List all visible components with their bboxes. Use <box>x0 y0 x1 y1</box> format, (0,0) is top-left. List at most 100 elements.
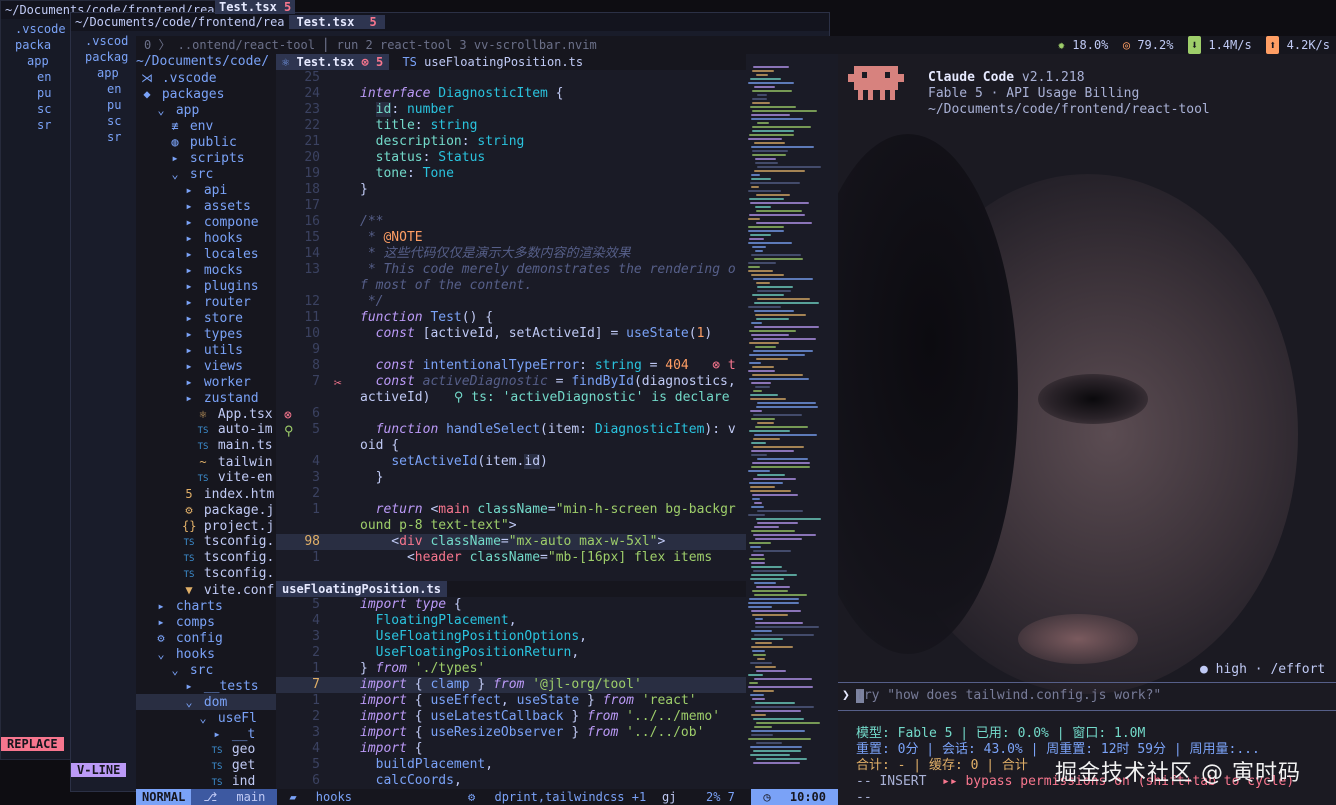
explorer-folder[interactable]: ≢ env <box>136 118 276 134</box>
code-line[interactable]: 15 * @NOTE <box>276 230 746 246</box>
explorer-folder[interactable]: ▸ __tests <box>136 678 276 694</box>
explorer-folder[interactable]: ◆ packages <box>136 86 276 102</box>
explorer-file[interactable]: ⚛ App.tsx <box>136 406 276 422</box>
code-line[interactable]: 1 return <main className="min-h-screen b… <box>276 502 746 518</box>
explorer-file[interactable]: TS main.ts <box>136 438 276 454</box>
explorer-folder[interactable]: ▸ types <box>136 326 276 342</box>
back_window-item[interactable]: app <box>1 53 71 69</box>
explorer-folder[interactable]: ▸ utils <box>136 342 276 358</box>
explorer-folder[interactable]: ◍ public <box>136 134 276 150</box>
back_window-item[interactable]: .vscode <box>1 21 71 37</box>
code-line[interactable]: 9 <box>276 342 746 358</box>
code-line[interactable]: 4 FloatingPlacement, <box>276 613 746 629</box>
explorer-folder[interactable]: ▸ hooks <box>136 230 276 246</box>
effort-indicator[interactable]: ● high · /effort <box>1200 662 1325 678</box>
tab-use-floating-position-bottom[interactable]: useFloatingPosition.ts <box>276 581 447 597</box>
tab-test-tsx[interactable]: ⚛ Test.tsx ⊗ 5 <box>276 54 390 70</box>
code-line[interactable]: 98 <div className="mx-auto max-w-5xl"> <box>276 534 746 550</box>
code-line[interactable]: 10 const [activeId, setActiveId] = useSt… <box>276 326 746 342</box>
explorer-folder[interactable]: ▸ views <box>136 358 276 374</box>
code-line[interactable]: 22 title: string <box>276 118 746 134</box>
code-line[interactable]: 20 status: Status <box>276 150 746 166</box>
code-line[interactable]: 5 function handleSelect(item: Diagnostic… <box>276 422 746 438</box>
tab-use-floating-position[interactable]: TS useFloatingPosition.ts <box>396 55 589 69</box>
code-line[interactable]: 16 /** <box>276 214 746 230</box>
explorer-folder[interactable]: ▸ router <box>136 294 276 310</box>
tmux-windows[interactable]: 0 〉 ..ontend/react-tool ⎮ run 2 react-to… <box>144 36 597 54</box>
explorer-folder[interactable]: ⌄ useFl <box>136 710 276 726</box>
mid_window-item[interactable]: pu <box>71 97 137 113</box>
code-line[interactable]: 1} from './types' <box>276 661 746 677</box>
code-line[interactable]: 6 calcCoords, <box>276 773 746 789</box>
mid_window-item[interactable]: sr <box>71 129 137 145</box>
explorer-file[interactable]: TS get <box>136 758 276 774</box>
code-line[interactable]: 25 <box>276 70 746 86</box>
explorer-folder[interactable]: ▸ worker <box>136 374 276 390</box>
explorer-folder[interactable]: ⌄ src <box>136 166 276 182</box>
code-line[interactable]: 1 import { useEffect, useState } from 're… <box>276 693 746 709</box>
explorer-file[interactable]: ~ tailwin <box>136 454 276 470</box>
explorer-folder[interactable]: ▸ zustand <box>136 390 276 406</box>
code-line[interactable]: 3 UseFloatingPositionOptions, <box>276 629 746 645</box>
code-line[interactable]: 4 setActiveId(item.id) <box>276 454 746 470</box>
explorer-folder[interactable]: ▸ charts <box>136 598 276 614</box>
explorer-folder[interactable]: ⌄ app <box>136 102 276 118</box>
explorer-file[interactable]: TS tsconfig. <box>136 566 276 582</box>
explorer-file[interactable]: TS tsconfig. <box>136 534 276 550</box>
code-line[interactable]: oid { <box>276 438 746 454</box>
code-line[interactable]: 11 function Test() { <box>276 310 746 326</box>
code-line[interactable]: 19 tone: Tone <box>276 166 746 182</box>
explorer-folder[interactable]: ▸ scripts <box>136 150 276 166</box>
explorer-folder[interactable]: ▸ __t <box>136 726 276 742</box>
explorer-folder[interactable]: ▸ api <box>136 182 276 198</box>
code-line[interactable]: 13 * This code merely demonstrates the r… <box>276 262 746 278</box>
code-line[interactable]: 3 import { useResizeObserver } from '../.… <box>276 725 746 741</box>
explorer-folder[interactable]: ▸ assets <box>136 198 276 214</box>
explorer-folder[interactable]: ⚙ config <box>136 630 276 646</box>
code-line[interactable]: 3 } <box>276 470 746 486</box>
code-line[interactable]: 6 <box>276 406 746 422</box>
explorer-file[interactable]: TS ind <box>136 774 276 789</box>
back_window-item[interactable]: sc <box>1 101 71 117</box>
explorer-folder[interactable]: ▸ store <box>136 310 276 326</box>
code-line[interactable]: 4 import { <box>276 741 746 757</box>
code-line[interactable]: 23 id: number <box>276 102 746 118</box>
explorer-folder[interactable]: ⌄ src <box>136 662 276 678</box>
mid_window-item[interactable]: app <box>71 65 137 81</box>
back_window-item[interactable]: sr <box>1 117 71 133</box>
back_window-item[interactable]: pu <box>1 85 71 101</box>
back_window-item[interactable]: en <box>1 69 71 85</box>
mid_window-item[interactable]: sc <box>71 113 137 129</box>
prompt-input[interactable]: Try "how does tailwind.config.js work?" <box>856 688 1326 704</box>
mid_window-item[interactable]: packag <box>71 49 137 65</box>
explorer-folder[interactable]: ▸ locales <box>136 246 276 262</box>
code-line[interactable]: 1 <header className="mb-[16px] flex item… <box>276 550 746 566</box>
code-line[interactable]: 12 */ <box>276 294 746 310</box>
code-line[interactable]: 8 const intentionalTypeError: string = 4… <box>276 358 746 374</box>
explorer-folder[interactable]: ▸ plugins <box>136 278 276 294</box>
code-line[interactable]: 18} <box>276 182 746 198</box>
minimap-scrollbar[interactable] <box>748 66 828 786</box>
explorer-folder[interactable]: ⌄ hooks <box>136 646 276 662</box>
code-line[interactable]: 2 import { useLatestCallback } from '../.… <box>276 709 746 725</box>
explorer-folder[interactable]: ▸ compone <box>136 214 276 230</box>
mid_window-item[interactable]: en <box>71 81 137 97</box>
explorer-file[interactable]: TS tsconfig. <box>136 550 276 566</box>
explorer-folder[interactable]: ⋊ .vscode <box>136 70 276 86</box>
mid_window-item[interactable]: .vscod <box>71 33 137 49</box>
code-line[interactable]: activeId) ⚲ ts: 'activeDiagnostic' is de… <box>276 390 746 406</box>
back_window-item[interactable]: packa <box>1 37 71 53</box>
code-line[interactable]: 17 <box>276 198 746 214</box>
explorer-file[interactable]: TS geo <box>136 742 276 758</box>
explorer-folder[interactable]: ⌄ dom <box>136 694 276 710</box>
mid-window-tab[interactable]: Test.tsx 5 <box>288 15 385 29</box>
code-line[interactable]: 5 import type { <box>276 597 746 613</box>
code-line[interactable]: 24 interface DiagnosticItem { <box>276 86 746 102</box>
code-line[interactable]: 7 import { clamp } from '@jl-org/tool' <box>276 677 746 693</box>
code-line[interactable]: 21 description: string <box>276 134 746 150</box>
explorer-file[interactable]: ▼ vite.conf <box>136 582 276 598</box>
code-line[interactable]: 14 * 这些代码仅仅是演示大多数内容的渲染效果 <box>276 246 746 262</box>
code-line[interactable]: 5 buildPlacement, <box>276 757 746 773</box>
explorer-file[interactable]: 5 index.htm <box>136 486 276 502</box>
explorer-folder[interactable]: ▸ comps <box>136 614 276 630</box>
